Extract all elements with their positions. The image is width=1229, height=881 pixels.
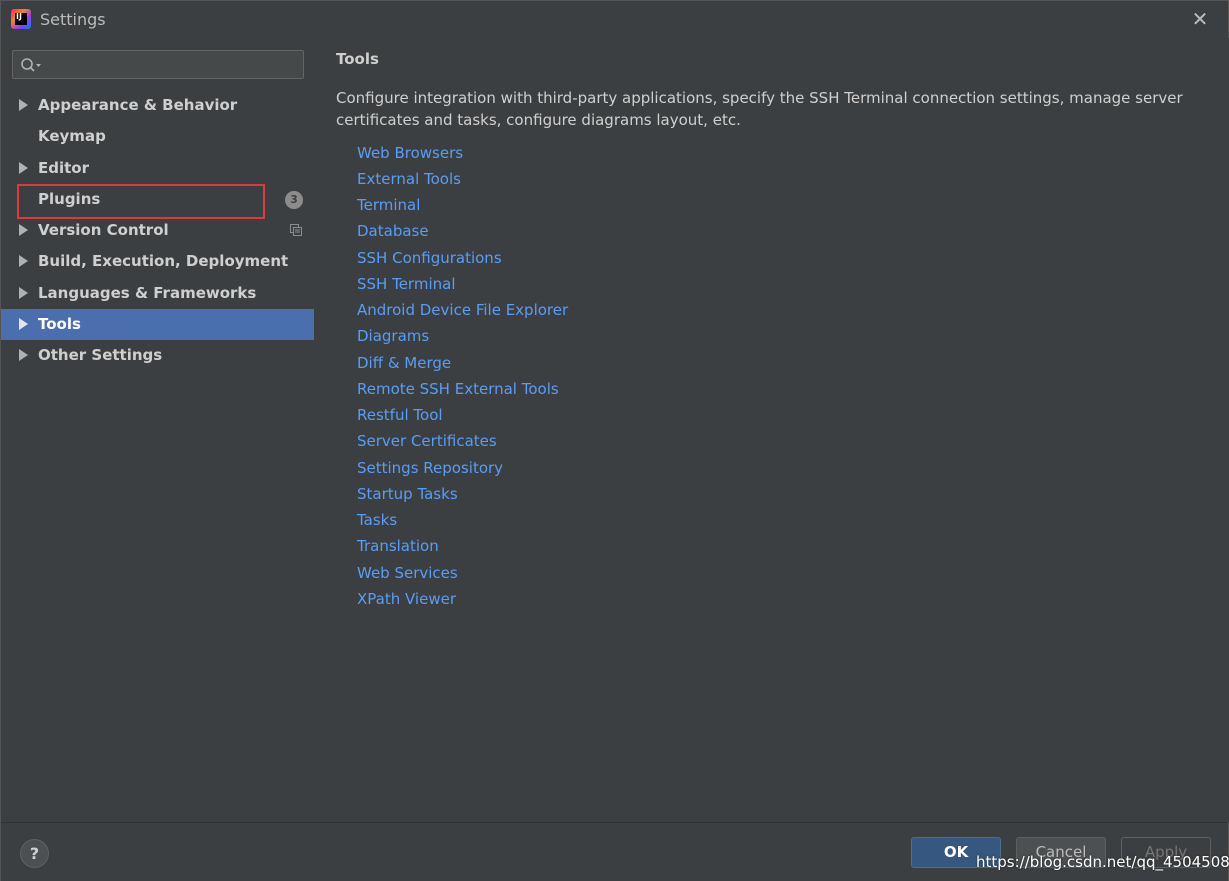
sidebar-item-other-settings[interactable]: Other Settings	[1, 340, 314, 371]
link-ssh-terminal[interactable]: SSH Terminal	[357, 275, 455, 293]
triangle-right-icon[interactable]	[19, 99, 28, 111]
link-diff-merge[interactable]: Diff & Merge	[357, 354, 451, 372]
page-title: Tools	[336, 50, 379, 68]
project-settings-icon	[290, 224, 302, 236]
page-description: Configure integration with third-party a…	[336, 89, 1183, 129]
search-icon[interactable]	[20, 57, 42, 73]
intellij-idea-icon: IJ	[11, 9, 31, 29]
sidebar-item-tools[interactable]: Tools	[1, 309, 314, 340]
sidebar-item-label: Keymap	[38, 127, 106, 145]
sidebar-item-label: Tools	[38, 315, 81, 333]
sidebar-item-languages-frameworks[interactable]: Languages & Frameworks	[1, 278, 314, 309]
link-ssh-configurations[interactable]: SSH Configurations	[357, 249, 502, 267]
sidebar-item-build-execution-deployment[interactable]: Build, Execution, Deployment	[1, 246, 314, 277]
title-bar: IJ Settings ✕	[1, 1, 1228, 38]
dialog-footer: ? OK Cancel Apply https://blog.csdn.net/…	[1, 822, 1229, 881]
sidebar-item-label: Plugins	[38, 190, 101, 208]
link-web-browsers[interactable]: Web Browsers	[357, 144, 463, 162]
settings-sidebar: Appearance & Behavior Keymap Editor Plug…	[1, 38, 314, 822]
link-remote-ssh-external-tools[interactable]: Remote SSH External Tools	[357, 380, 559, 398]
triangle-right-icon[interactable]	[19, 224, 28, 236]
link-server-certificates[interactable]: Server Certificates	[357, 432, 497, 450]
sidebar-item-label: Appearance & Behavior	[38, 96, 238, 114]
link-android-device-file-explorer[interactable]: Android Device File Explorer	[357, 301, 568, 319]
settings-window: IJ Settings ✕ Appearance & Behavior Keym…	[0, 0, 1229, 881]
sidebar-item-label: Editor	[38, 159, 89, 177]
sidebar-item-plugins[interactable]: Plugins 3	[1, 184, 314, 215]
link-tasks[interactable]: Tasks	[357, 511, 397, 529]
link-restful-tool[interactable]: Restful Tool	[357, 406, 443, 424]
sidebar-item-editor[interactable]: Editor	[1, 153, 314, 184]
link-external-tools[interactable]: External Tools	[357, 170, 461, 188]
search-input[interactable]	[49, 54, 299, 76]
watermark-url: https://blog.csdn.net/qq_45045083	[976, 853, 1229, 871]
search-field[interactable]	[12, 50, 304, 79]
link-terminal[interactable]: Terminal	[357, 196, 420, 214]
link-diagrams[interactable]: Diagrams	[357, 327, 429, 345]
triangle-right-icon[interactable]	[19, 162, 28, 174]
sidebar-item-version-control[interactable]: Version Control	[1, 215, 314, 246]
triangle-right-icon[interactable]	[19, 349, 28, 361]
link-database[interactable]: Database	[357, 222, 429, 240]
triangle-right-icon[interactable]	[19, 287, 28, 299]
link-translation[interactable]: Translation	[357, 537, 439, 555]
sidebar-item-label: Build, Execution, Deployment	[38, 252, 289, 270]
close-button[interactable]: ✕	[1190, 9, 1210, 29]
plugins-update-badge: 3	[285, 191, 303, 209]
settings-content-panel: Tools Configure integration with third-p…	[314, 38, 1229, 822]
sidebar-item-label: Languages & Frameworks	[38, 284, 257, 302]
triangle-right-icon[interactable]	[19, 255, 28, 267]
sidebar-item-keymap[interactable]: Keymap	[1, 121, 314, 152]
help-button[interactable]: ?	[20, 839, 49, 868]
sidebar-item-label: Version Control	[38, 221, 169, 239]
link-xpath-viewer[interactable]: XPath Viewer	[357, 590, 456, 608]
link-settings-repository[interactable]: Settings Repository	[357, 459, 503, 477]
link-web-services[interactable]: Web Services	[357, 564, 458, 582]
window-title: Settings	[40, 10, 106, 29]
sidebar-item-appearance-behavior[interactable]: Appearance & Behavior	[1, 90, 314, 121]
sidebar-item-label: Other Settings	[38, 346, 163, 364]
link-startup-tasks[interactable]: Startup Tasks	[357, 485, 458, 503]
triangle-right-icon[interactable]	[19, 318, 28, 330]
